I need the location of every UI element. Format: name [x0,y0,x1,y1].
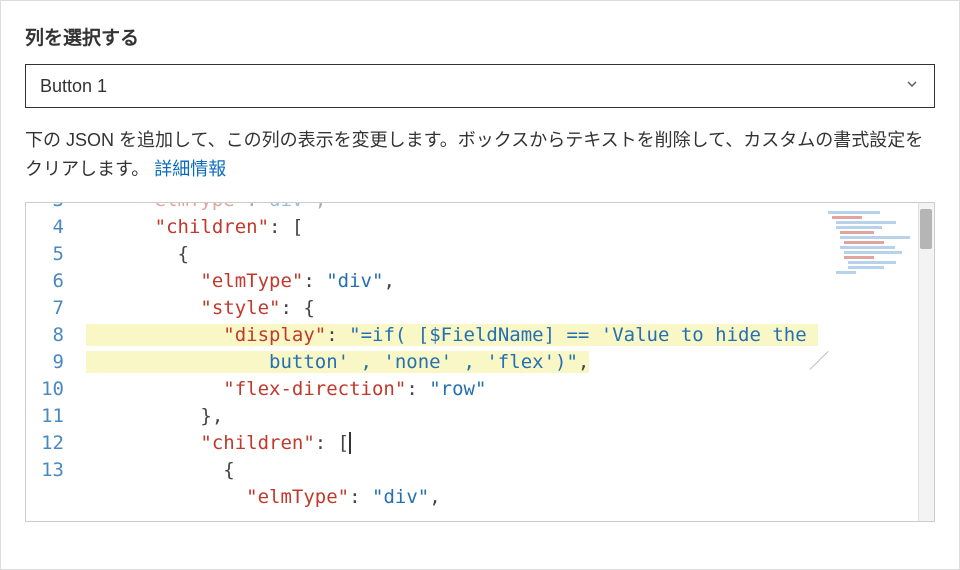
column-select-dropdown[interactable]: Button 1 [25,64,935,108]
code-content[interactable]: elmType : div , "children": [ { "elmType… [86,202,934,511]
section-heading: 列を選択する [25,23,935,50]
scrollbar-thumb[interactable] [920,209,932,249]
chevron-down-icon [904,76,920,97]
learn-more-link[interactable]: 詳細情報 [154,159,226,179]
line-number-gutter: 345678910111213 [26,202,86,511]
json-editor[interactable]: 345678910111213 elmType : div , "childre… [25,202,935,522]
instruction-text: 下の JSON を追加して、この列の表示を変更します。ボックスからテキストを削除… [25,126,935,184]
column-select-value: Button 1 [40,76,107,97]
vertical-scrollbar[interactable] [918,203,934,521]
